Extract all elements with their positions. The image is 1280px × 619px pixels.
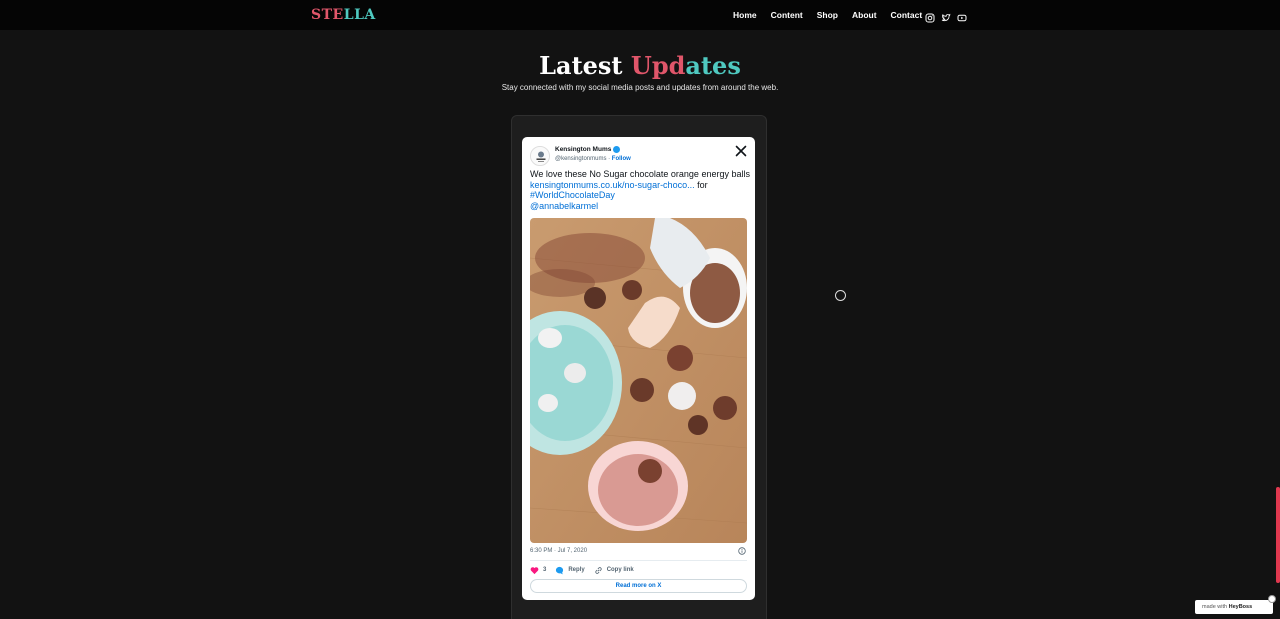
author-name-text: Kensington Mums — [555, 146, 612, 153]
title-letter: t — [700, 51, 713, 80]
mention-link[interactable]: @annabelkarmel — [530, 201, 598, 211]
title-letter: d — [668, 51, 686, 80]
tweet-author-name[interactable]: Kensington Mums — [555, 145, 621, 154]
section-subtitle: Stay connected with my social media post… — [501, 83, 779, 92]
tweet-handle[interactable]: @kensingtonmums — [555, 156, 606, 162]
nav-content[interactable]: Content — [771, 9, 803, 21]
youtube-icon[interactable] — [957, 10, 967, 22]
twitter-icon[interactable] — [941, 10, 951, 22]
main-nav: Home Content Shop About Contact — [733, 9, 922, 21]
nav-home[interactable]: Home — [733, 9, 757, 21]
like-count: 3 — [543, 567, 547, 573]
nav-contact[interactable]: Contact — [891, 9, 923, 21]
tweet-text-for: for — [694, 179, 708, 190]
top-navbar — [0, 0, 1280, 30]
social-links — [925, 10, 967, 23]
title-letter: U — [630, 51, 652, 80]
instagram-icon[interactable] — [925, 10, 935, 23]
hashtag-link[interactable]: #WorldChocolateDay — [530, 190, 615, 200]
logo-letter: E — [332, 7, 344, 23]
tweet-divider — [530, 560, 747, 561]
tweet-header: Kensington Mums @kensingtonmums · Follow — [530, 144, 747, 166]
made-with-badge[interactable]: made with HeyBoss — [1195, 600, 1273, 614]
tweet-text-line: We love these No Sugar chocolate orange … — [530, 169, 750, 179]
tweet-meta: 6:30 PM · Jul 7, 2020 — [530, 547, 747, 557]
section-title: Latest Updates — [0, 50, 1280, 82]
logo-letter: L — [343, 7, 355, 23]
badge-close-button[interactable] — [1268, 595, 1276, 603]
brand-name: HeyBoss — [1228, 604, 1253, 610]
x-logo-icon[interactable] — [735, 144, 747, 157]
verified-badge-icon — [613, 146, 621, 153]
link-icon — [595, 566, 602, 574]
reply-label: Reply — [568, 567, 585, 573]
title-letter: p — [651, 51, 669, 80]
tweet-url-link[interactable]: kensingtonmums.co.uk/no-sugar-choco... — [530, 180, 695, 190]
logo-letter: T — [321, 7, 333, 23]
reply-bubble-icon — [556, 566, 564, 574]
title-letter: e — [712, 51, 728, 80]
nav-shop[interactable]: Shop — [817, 9, 838, 21]
title-word-latest: Latest — [539, 51, 623, 80]
tweet-photo[interactable] — [530, 218, 747, 543]
tweet-text: We love these No Sugar chocolate orange … — [530, 169, 750, 212]
copy-link-label: Copy link — [606, 567, 634, 573]
heart-icon — [530, 566, 539, 574]
copy-link-button[interactable]: Copy link — [594, 566, 634, 575]
logo-letter: S — [311, 7, 322, 23]
tweet-timestamp[interactable]: 6:30 PM · Jul 7, 2020 — [530, 548, 587, 554]
title-letter: a — [685, 51, 701, 80]
title-word-updates: Updates — [631, 51, 741, 80]
scrollbar-thumb[interactable] — [1276, 487, 1280, 583]
tweet-actions: 3 Reply Copy link — [530, 565, 634, 575]
nav-about[interactable]: About — [852, 9, 877, 21]
tweet-handle-line: @kensingtonmums · Follow — [555, 155, 631, 164]
avatar[interactable] — [530, 146, 550, 166]
logo-letter: A — [364, 7, 376, 23]
made-with-text: made with — [1202, 604, 1228, 610]
tweet-embed: Kensington Mums @kensingtonmums · Follow… — [522, 137, 755, 600]
read-more-button[interactable]: Read more on X — [530, 579, 747, 593]
reply-button[interactable]: Reply — [555, 566, 585, 575]
title-letter: s — [727, 51, 741, 80]
mouse-cursor-ring — [835, 290, 846, 301]
follow-link[interactable]: Follow — [612, 156, 631, 162]
like-button[interactable]: 3 — [530, 566, 546, 575]
logo-letter: L — [354, 7, 365, 23]
info-icon[interactable] — [738, 547, 746, 555]
site-logo[interactable]: STELLA — [311, 6, 376, 24]
